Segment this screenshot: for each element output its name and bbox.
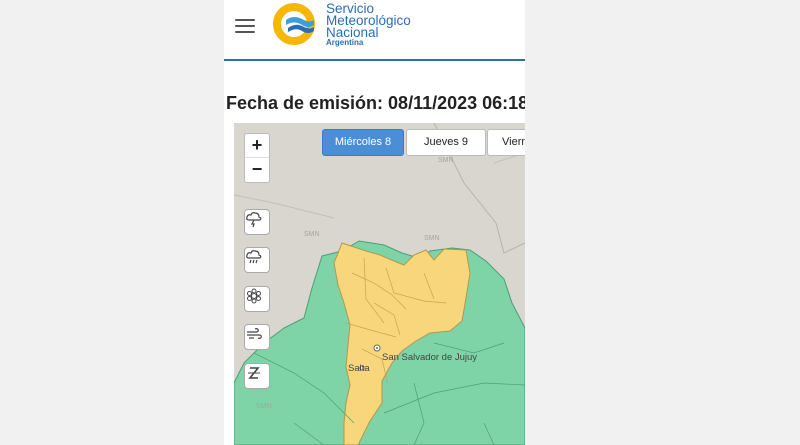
wind-icon xyxy=(247,328,262,339)
snow-icon xyxy=(247,288,261,304)
zoom-in-button[interactable]: + xyxy=(244,133,270,159)
snow-layer-button[interactable] xyxy=(244,286,270,312)
smn-logo[interactable]: Servicio Meteorológico Nacional Argentin… xyxy=(270,0,520,48)
map-watermark: SMN xyxy=(438,157,454,164)
storm-icon xyxy=(246,212,262,228)
tab-miercoles[interactable]: Miércoles 8 xyxy=(322,129,404,156)
wind-layer-button[interactable] xyxy=(244,324,270,350)
rain-layer-button[interactable] xyxy=(244,247,270,273)
smn-logo-icon xyxy=(273,3,315,45)
map-watermark: SMN xyxy=(256,403,272,410)
logo-country: Argentina xyxy=(326,38,364,47)
map-watermark: SMN xyxy=(304,231,320,238)
site-header: Servicio Meteorológico Nacional Argentin… xyxy=(224,0,525,61)
issue-date: Fecha de emisión: 08/11/2023 06:18h xyxy=(226,93,525,113)
menu-icon[interactable] xyxy=(235,19,255,35)
zonda-layer-button[interactable] xyxy=(244,363,270,389)
mobile-viewport: Servicio Meteorológico Nacional Argentin… xyxy=(224,0,525,445)
zoom-out-button[interactable]: − xyxy=(244,157,270,183)
map-watermark: SMN xyxy=(424,235,440,242)
tab-viernes[interactable]: Viern xyxy=(487,129,525,156)
map-canvas xyxy=(234,123,525,445)
city-label-san-salvador-de-jujuy: San Salvador de Jujuy xyxy=(382,352,478,363)
city-label-salta: Salta xyxy=(348,363,370,374)
storm-layer-button[interactable] xyxy=(244,209,270,235)
tab-jueves[interactable]: Jueves 9 xyxy=(406,129,486,156)
alert-map[interactable]: SMN SMN SMN SMN SMN Miércoles 8 Jueves 9… xyxy=(234,123,525,445)
zonda-icon xyxy=(248,367,260,379)
rain-icon xyxy=(246,250,262,264)
